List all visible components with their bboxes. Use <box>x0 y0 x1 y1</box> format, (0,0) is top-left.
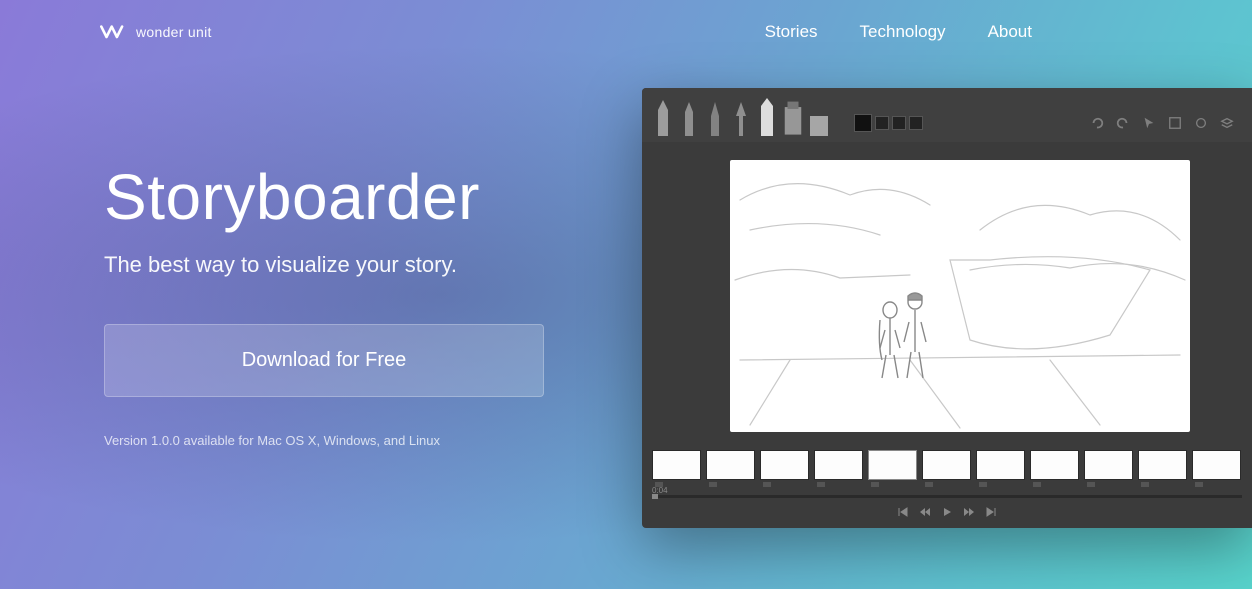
thumbnail-3[interactable] <box>760 450 809 480</box>
redo-icon[interactable] <box>1116 116 1130 130</box>
nav-stories[interactable]: Stories <box>765 22 818 42</box>
timeline-position: 0:04 <box>642 484 1252 495</box>
pen-tool-icon[interactable] <box>704 94 726 138</box>
brush-tool-icon[interactable] <box>756 94 778 138</box>
version-note: Version 1.0.0 available for Mac OS X, Wi… <box>104 433 624 448</box>
download-button[interactable]: Download for Free <box>104 324 544 397</box>
drawing-canvas[interactable] <box>730 160 1190 432</box>
thumbnail-4[interactable] <box>814 450 863 480</box>
brand-name: wonder unit <box>136 24 212 40</box>
eraser-tool-icon[interactable] <box>808 94 830 138</box>
grid-icon[interactable] <box>1168 116 1182 130</box>
thumbnail-2[interactable] <box>706 450 755 480</box>
hero-title: Storyboarder <box>104 160 624 234</box>
playback-controls <box>642 498 1252 524</box>
skip-start-icon[interactable] <box>897 506 909 518</box>
cursor-icon[interactable] <box>1142 116 1156 130</box>
app-preview-window: 0:04 <box>642 88 1252 528</box>
main-nav: Stories Technology About <box>765 22 1032 42</box>
pencil-tool-2-icon[interactable] <box>678 94 700 138</box>
nav-about[interactable]: About <box>988 22 1032 42</box>
canvas-area <box>642 142 1252 442</box>
thumbnail-8[interactable] <box>1030 450 1079 480</box>
hero-subtitle: The best way to visualize your story. <box>104 252 624 278</box>
hero-section: Storyboarder The best way to visualize y… <box>104 160 624 448</box>
forward-icon[interactable] <box>963 506 975 518</box>
thumbnail-11[interactable] <box>1192 450 1241 480</box>
thumbnail-7[interactable] <box>976 450 1025 480</box>
thumbnail-1[interactable] <box>652 450 701 480</box>
toolbar-actions <box>1090 116 1234 130</box>
layers-icon[interactable] <box>1220 116 1234 130</box>
site-header: wonder unit Stories Technology About <box>0 0 1252 42</box>
color-swatch-1[interactable] <box>875 116 889 130</box>
brand-logo[interactable]: wonder unit <box>100 23 212 41</box>
thumbnail-9[interactable] <box>1084 450 1133 480</box>
logo-icon <box>100 23 126 41</box>
thumbnail-strip <box>642 442 1252 484</box>
marker-tool-icon[interactable] <box>782 94 804 138</box>
timeline-scrubber[interactable] <box>652 495 1242 498</box>
thumbnail-6[interactable] <box>922 450 971 480</box>
color-swatch-3[interactable] <box>909 116 923 130</box>
color-swatch-2[interactable] <box>892 116 906 130</box>
nav-technology[interactable]: Technology <box>860 22 946 42</box>
pencil-tool-icon[interactable] <box>652 94 674 138</box>
nib-tool-icon[interactable] <box>730 94 752 138</box>
onion-icon[interactable] <box>1194 116 1208 130</box>
thumbnail-5[interactable] <box>868 450 917 480</box>
play-icon[interactable] <box>941 506 953 518</box>
color-swatches <box>854 114 923 132</box>
app-toolbar <box>642 88 1252 142</box>
color-swatch-current[interactable] <box>854 114 872 132</box>
skip-end-icon[interactable] <box>985 506 997 518</box>
undo-icon[interactable] <box>1090 116 1104 130</box>
thumbnail-10[interactable] <box>1138 450 1187 480</box>
rewind-icon[interactable] <box>919 506 931 518</box>
